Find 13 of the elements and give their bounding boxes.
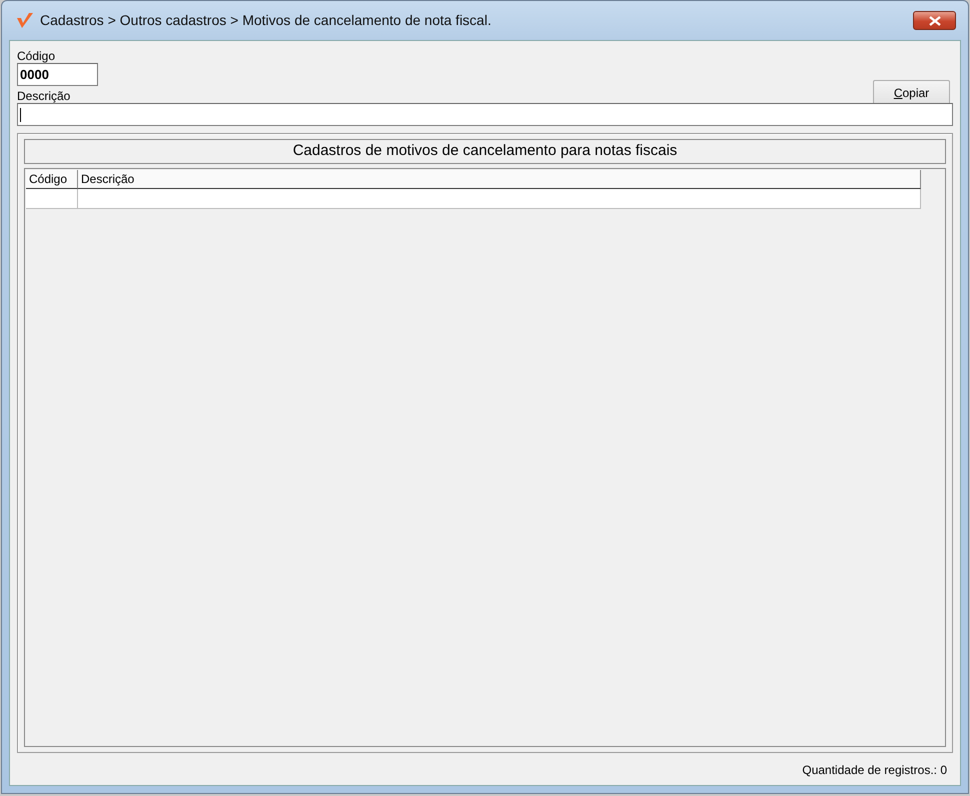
table-cell <box>26 189 78 209</box>
record-count: Quantidade de registros.: 0 <box>802 763 947 777</box>
column-header[interactable]: Descrição <box>78 170 921 189</box>
close-button[interactable] <box>913 11 956 30</box>
description-field[interactable] <box>17 103 953 126</box>
field-label: Descrição <box>17 89 70 103</box>
logo-icon <box>16 12 34 30</box>
code-field[interactable]: 0000 <box>17 63 98 86</box>
close-icon <box>928 16 940 26</box>
field-label: Código <box>17 49 56 63</box>
grid-title: Cadastros de motivos de cancelamento para notas fiscais <box>24 139 946 164</box>
column-header[interactable]: Código <box>26 170 78 189</box>
window-title: Cadastros > Outros cadastros > Motivos de cancelamento de nota fiscal. <box>40 11 492 30</box>
